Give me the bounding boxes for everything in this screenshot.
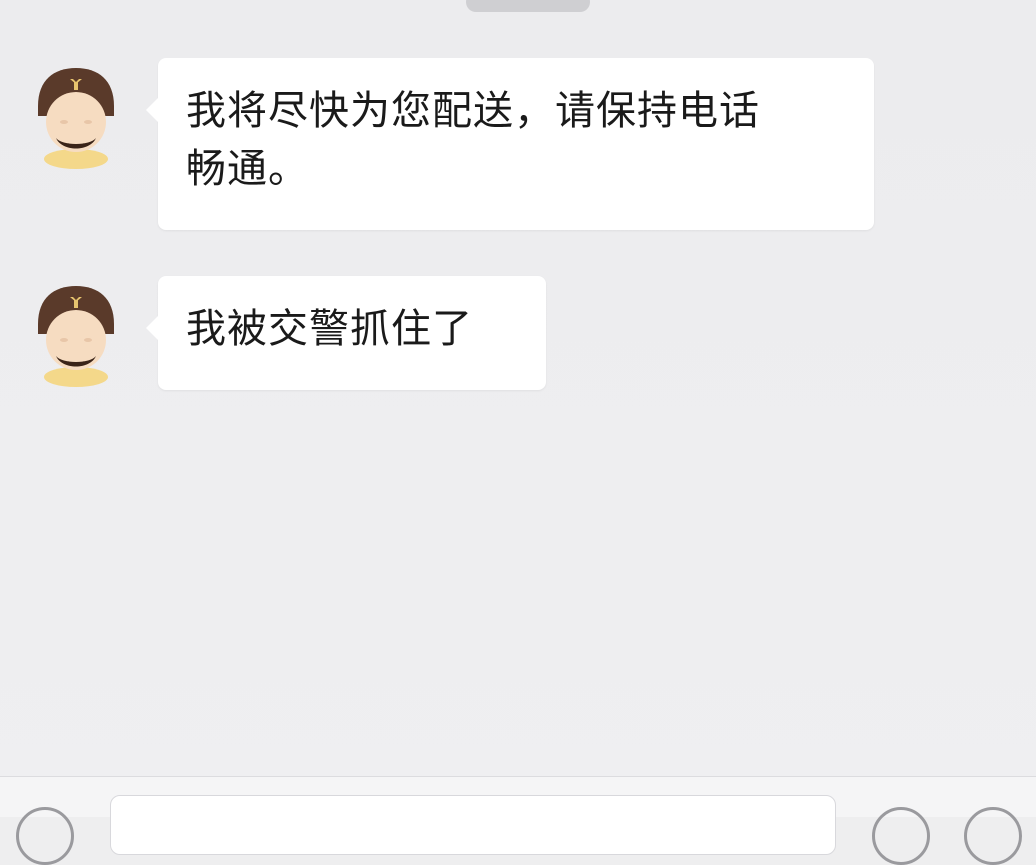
message-list[interactable]: 我将尽快为您配送，请保持电话 畅通。 我被交警抓住了 [0, 0, 1036, 770]
message-bubble[interactable]: 我将尽快为您配送，请保持电话 畅通。 [146, 58, 874, 230]
message-text-line: 我将尽快为您配送，请保持电话 [186, 88, 760, 134]
message-input[interactable] [110, 795, 836, 855]
chat-screen: 我将尽快为您配送，请保持电话 畅通。 我被交警抓住了 [0, 0, 1036, 865]
message-bubble[interactable]: 我被交警抓住了 [146, 276, 546, 390]
message-text-line: 我被交警抓住了 [186, 306, 473, 352]
input-bar [0, 776, 1036, 865]
courier-avatar-icon[interactable] [32, 280, 120, 390]
message-text-line: 畅通。 [186, 146, 309, 192]
courier-avatar-icon[interactable] [32, 62, 120, 172]
